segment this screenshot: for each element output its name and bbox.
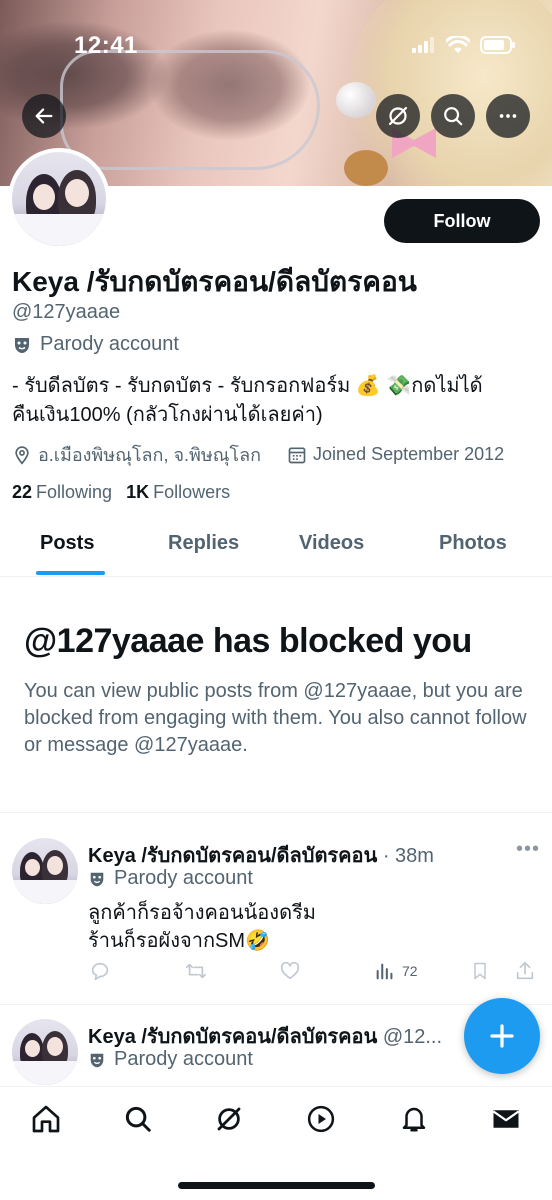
- battery-icon: [480, 36, 515, 54]
- following-count: 22: [12, 482, 33, 502]
- divider: [0, 812, 552, 813]
- tweet-author-name: Keya /รับกดบัตรคอน/ดีลบัตรคอน: [88, 845, 378, 867]
- tab-replies[interactable]: Replies: [168, 532, 239, 555]
- tweet-author-name: Keya /รับกดบัตรคอน/ดีลบัตรคอน: [88, 1026, 378, 1048]
- share-button[interactable]: [514, 960, 536, 982]
- reply-button[interactable]: [88, 960, 112, 982]
- tweet-handle: @12...: [382, 1026, 443, 1048]
- wifi-icon: [446, 36, 470, 53]
- nav-messages[interactable]: [488, 1101, 524, 1137]
- nav-search[interactable]: [120, 1101, 156, 1137]
- following-link[interactable]: 22 Following: [12, 482, 112, 503]
- play-icon: [307, 1105, 335, 1133]
- search-icon: [444, 107, 463, 126]
- tweet-parody-label: Parody account: [88, 1048, 253, 1071]
- views-button[interactable]: 72: [374, 960, 418, 982]
- profile-avatar[interactable]: [8, 148, 110, 250]
- tweet-parody-text: Parody account: [114, 867, 253, 889]
- status-icons: [412, 36, 516, 54]
- home-icon: [32, 1105, 60, 1133]
- tweet-parody-label: Parody account: [88, 867, 253, 890]
- bio-line: - รับดีลบัตร - รับกดบัตร - รับกรอกฟอร์ม …: [12, 375, 483, 397]
- followers-label: Followers: [153, 482, 231, 502]
- tweet-text-line: ร้านก็รอผังจากSM🤣: [88, 930, 270, 952]
- tweet-avatar[interactable]: [12, 838, 78, 904]
- parody-label: Parody account: [12, 333, 179, 356]
- bell-icon: [402, 1107, 426, 1132]
- follow-button[interactable]: Follow: [384, 199, 540, 243]
- status-bar: 12:41: [0, 0, 552, 92]
- compose-button[interactable]: [464, 998, 540, 1074]
- share-icon: [516, 961, 534, 980]
- mask-icon: [90, 872, 104, 886]
- grok-icon: [217, 1107, 241, 1131]
- tweet-actions: 72: [88, 960, 538, 988]
- blocked-title: @127yaaae has blocked you: [24, 622, 472, 660]
- tweet-time: · 38m: [382, 845, 434, 867]
- profile-location: อ.เมืองพิษณุโลก, จ.พิษณุโลก: [38, 445, 262, 465]
- active-tab-indicator: [36, 571, 105, 575]
- grok-button[interactable]: [376, 94, 420, 138]
- status-time: 12:41: [74, 32, 138, 59]
- more-button[interactable]: [486, 94, 530, 138]
- like-button[interactable]: [278, 960, 302, 982]
- envelope-icon: [492, 1110, 520, 1128]
- parody-label-text: Parody account: [40, 333, 179, 355]
- views-count: 72: [402, 963, 418, 979]
- tab-photos[interactable]: Photos: [439, 532, 507, 555]
- grok-icon: [388, 106, 408, 126]
- nav-grok[interactable]: [211, 1101, 247, 1137]
- tweet-parody-text: Parody account: [114, 1048, 253, 1070]
- profile-joined: Joined September 2012: [313, 444, 505, 464]
- nav-home[interactable]: [28, 1101, 64, 1137]
- mask-icon: [15, 337, 29, 353]
- back-button[interactable]: [22, 94, 66, 138]
- blocked-message: You can view public posts from @127yaaae…: [24, 680, 527, 756]
- profile-handle: @127yaaae: [12, 301, 121, 323]
- home-indicator: [178, 1182, 375, 1189]
- tweet-text-line: ลูกค้าก็รอจ้างคอนน้องดรีม: [88, 902, 316, 924]
- tab-posts[interactable]: Posts: [40, 532, 94, 555]
- mask-icon: [90, 1053, 104, 1067]
- following-label: Following: [36, 482, 113, 502]
- search-icon: [125, 1106, 151, 1132]
- tab-videos[interactable]: Videos: [299, 532, 364, 555]
- nav-videos[interactable]: [303, 1101, 339, 1137]
- arrow-left-icon: [35, 108, 53, 124]
- more-icon: [499, 114, 517, 118]
- repost-button[interactable]: [184, 960, 208, 982]
- follow-stats: 22 Following 1K Followers: [12, 482, 230, 503]
- followers-link[interactable]: 1K Followers: [126, 482, 230, 503]
- tweet-text: ลูกค้าก็รอจ้างคอนน้องดรีม ร้านก็รอผังจาก…: [88, 899, 316, 955]
- search-button[interactable]: [431, 94, 475, 138]
- heart-icon: [280, 961, 300, 980]
- bookmark-button[interactable]: [470, 960, 490, 982]
- plus-icon: [490, 1024, 514, 1048]
- bookmark-icon: [474, 962, 486, 980]
- repost-icon: [186, 963, 206, 979]
- profile-bio: - รับดีลบัตร - รับกดบัตร - รับกรอกฟอร์ม …: [12, 372, 537, 430]
- profile-display-name: Keya /รับกดบัตรคอน/ดีลบัตรคอน: [12, 266, 417, 297]
- bio-line: คืนเงิน100% (กลัวโกงผ่านได้เลยค่า): [12, 404, 323, 426]
- tweet-avatar[interactable]: [12, 1019, 78, 1085]
- nav-notifications[interactable]: [396, 1101, 432, 1137]
- location-icon: [15, 445, 29, 465]
- followers-count: 1K: [126, 482, 150, 502]
- reply-icon: [91, 962, 109, 981]
- calendar-icon: [288, 447, 306, 463]
- signal-icon: [412, 37, 434, 53]
- divider: [0, 1004, 552, 1005]
- profile-meta: อ.เมืองพิษณุโลก, จ.พิษณุโลก Joined Septe…: [12, 440, 504, 469]
- profile-tabs: Posts Replies Videos Photos: [0, 515, 552, 577]
- views-icon: [376, 963, 393, 980]
- tweet-more-button[interactable]: •••: [516, 838, 540, 861]
